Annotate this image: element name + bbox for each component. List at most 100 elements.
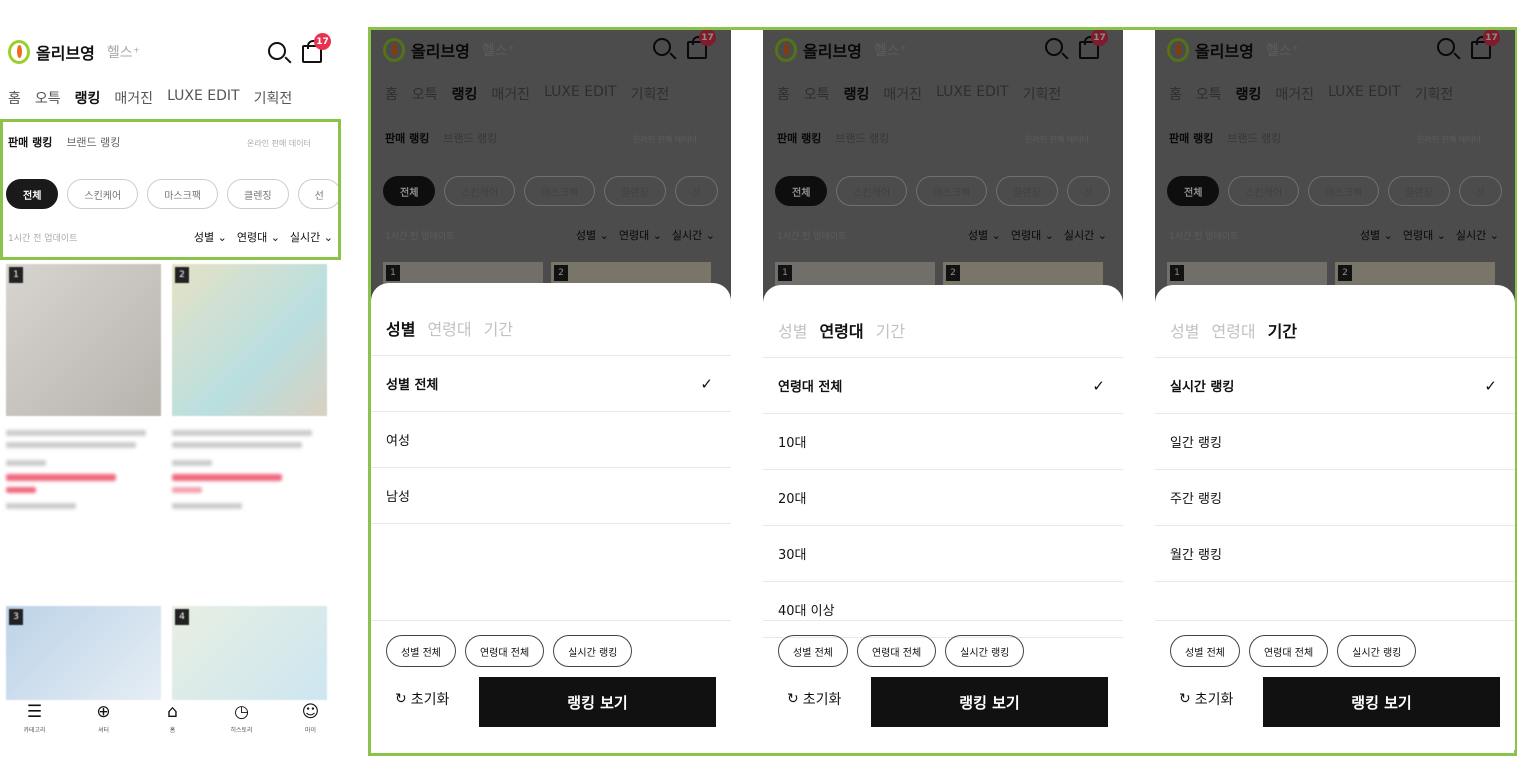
filter-sheet-screen: 올리브영 헬스⁺ 17 홈 오특 랭킹 매거진 LUXE EDIT 기획전 판매… bbox=[1155, 30, 1515, 750]
view-ranking-button[interactable]: 랭킹 보기 bbox=[479, 677, 716, 727]
bottom-sheet: 성별 연령대 기간 실시간 랭킹 ✓ 일간 랭킹 주간 랭킹 월간 랭킹 성별 전체… bbox=[1155, 285, 1515, 750]
rank-badge: 4 bbox=[175, 609, 189, 625]
check-icon: ✓ bbox=[700, 374, 713, 393]
bottom-sheet: 성별 연령대 기간 연령대 전체 ✓ 10대 20대 30대 40대 이상 성별 전… bbox=[763, 285, 1123, 750]
divider bbox=[1155, 620, 1515, 621]
sheet-tabs: 성별 연령대 기간 bbox=[778, 318, 905, 342]
option-label: 30대 bbox=[778, 548, 807, 563]
tab-exhibition[interactable]: 기획전 bbox=[254, 88, 293, 108]
health-plus-link[interactable]: 헬스⁺ bbox=[107, 42, 140, 62]
check-icon: ✓ bbox=[1484, 376, 1497, 395]
reset-button[interactable]: ↻ 초기화 bbox=[1179, 689, 1233, 709]
nav-category[interactable]: ☰ 카테고리 bbox=[10, 702, 60, 752]
option-item[interactable]: 30대 bbox=[763, 525, 1123, 581]
divider bbox=[371, 523, 731, 524]
refresh-icon: ↻ bbox=[1179, 691, 1191, 707]
sheet-tab-period[interactable]: 기간 bbox=[876, 318, 905, 342]
product-card[interactable]: 2 bbox=[172, 264, 327, 509]
sheet-tabs: 성별 연령대 기간 bbox=[386, 316, 513, 340]
tab-luxe-edit[interactable]: LUXE EDIT bbox=[167, 88, 240, 108]
highlight-box bbox=[0, 119, 341, 260]
product-card[interactable]: 3 bbox=[6, 606, 161, 700]
refresh-icon: ↻ bbox=[395, 691, 407, 707]
product-image[interactable]: 3 bbox=[6, 606, 161, 700]
option-label: 40대 이상 bbox=[778, 604, 835, 619]
nav-shutter[interactable]: ⊕ 셔터 bbox=[79, 702, 129, 752]
nav-history[interactable]: ◷ 히스토리 bbox=[217, 702, 267, 752]
reset-button[interactable]: ↻ 초기화 bbox=[787, 689, 841, 709]
option-item[interactable]: 여성 bbox=[371, 411, 731, 467]
brand-logo[interactable]: 올리브영 헬스⁺ bbox=[8, 40, 140, 64]
nav-home[interactable]: ⌂ 홈 bbox=[148, 702, 198, 752]
sheet-tabs: 성별 연령대 기간 bbox=[1170, 318, 1297, 342]
tab-special[interactable]: 오특 bbox=[35, 88, 61, 108]
option-item[interactable]: 20대 bbox=[763, 469, 1123, 525]
option-label: 성별 전체 bbox=[386, 378, 439, 393]
option-label: 20대 bbox=[778, 492, 807, 507]
option-item[interactable]: 실시간 랭킹 ✓ bbox=[1155, 357, 1515, 413]
option-label: 월간 랭킹 bbox=[1170, 548, 1222, 563]
option-item[interactable]: 성별 전체 ✓ bbox=[371, 355, 731, 411]
summary-pill[interactable]: 실시간 랭킹 bbox=[553, 635, 633, 667]
rank-badge: 1 bbox=[9, 267, 23, 283]
cart-count-badge: 17 bbox=[314, 33, 331, 50]
olive-logo-icon bbox=[8, 40, 30, 64]
option-item[interactable]: 연령대 전체 ✓ bbox=[763, 357, 1123, 413]
cart-icon[interactable]: 17 bbox=[302, 33, 331, 63]
sheet-tab-age[interactable]: 연령대 bbox=[1211, 318, 1255, 342]
sheet-tab-age[interactable]: 연령대 bbox=[819, 318, 863, 342]
rank-badge: 3 bbox=[9, 609, 23, 625]
option-label: 남성 bbox=[386, 490, 410, 505]
reset-button[interactable]: ↻ 초기화 bbox=[395, 689, 449, 709]
nav-my[interactable]: ☺ 마이 bbox=[286, 702, 336, 752]
summary-pill[interactable]: 실시간 랭킹 bbox=[945, 635, 1025, 667]
divider bbox=[763, 620, 1123, 621]
product-image[interactable]: 4 bbox=[172, 606, 327, 700]
check-icon: ✓ bbox=[1092, 376, 1105, 395]
product-card[interactable]: 4 bbox=[172, 606, 327, 700]
view-ranking-button[interactable]: 랭킹 보기 bbox=[1263, 677, 1500, 727]
option-item[interactable]: 40대 이상 bbox=[763, 581, 1123, 637]
bottom-sheet: 성별 연령대 기간 성별 전체 ✓ 여성 남성 성별 전체 연령대 전체 실시간 랭킹 … bbox=[371, 283, 731, 750]
sheet-tab-period[interactable]: 기간 bbox=[1268, 318, 1297, 342]
option-item[interactable]: 10대 bbox=[763, 413, 1123, 469]
view-ranking-button[interactable]: 랭킹 보기 bbox=[871, 677, 1108, 727]
tab-ranking[interactable]: 랭킹 bbox=[75, 88, 101, 108]
filter-sheet-screen: 올리브영 헬스⁺ 17 홈 오특 랭킹 매거진 LUXE EDIT 기획전 판매… bbox=[763, 30, 1123, 750]
filter-sheet-screen: 올리브영 헬스⁺ 17 홈 오특 랭킹 매거진 LUXE EDIT 기획전 판매… bbox=[371, 30, 731, 750]
sheet-tab-age[interactable]: 연령대 bbox=[427, 316, 471, 340]
option-label: 일간 랭킹 bbox=[1170, 436, 1222, 451]
sheet-tab-gender[interactable]: 성별 bbox=[1170, 318, 1199, 342]
product-info-blurred bbox=[6, 430, 161, 509]
sheet-tab-period[interactable]: 기간 bbox=[484, 316, 513, 340]
tab-home[interactable]: 홈 bbox=[8, 88, 21, 108]
divider bbox=[1155, 581, 1515, 582]
brand-name: 올리브영 bbox=[36, 44, 95, 63]
summary-pill[interactable]: 연령대 전체 bbox=[464, 635, 545, 667]
product-info-blurred bbox=[172, 430, 327, 509]
product-card[interactable]: 1 bbox=[6, 264, 161, 509]
summary-pill[interactable]: 실시간 랭킹 bbox=[1337, 635, 1417, 667]
option-label: 실시간 랭킹 bbox=[1170, 380, 1235, 395]
summary-pill[interactable]: 연령대 전체 bbox=[1248, 635, 1329, 667]
summary-pill[interactable]: 성별 전체 bbox=[778, 635, 848, 667]
shutter-icon: ⊕ bbox=[96, 702, 111, 722]
product-image[interactable]: 1 bbox=[6, 264, 161, 416]
sheet-tab-gender[interactable]: 성별 bbox=[386, 316, 415, 340]
summary-pill[interactable]: 성별 전체 bbox=[386, 635, 456, 667]
menu-icon: ☰ bbox=[26, 702, 43, 722]
summary-pill[interactable]: 연령대 전체 bbox=[856, 635, 937, 667]
option-item[interactable]: 주간 랭킹 bbox=[1155, 469, 1515, 525]
option-item[interactable]: 월간 랭킹 bbox=[1155, 525, 1515, 581]
option-item[interactable]: 일간 랭킹 bbox=[1155, 413, 1515, 469]
app-header: 올리브영 헬스⁺ 17 홈 오특 랭킹 매거진 LUXE EDIT 기획전 bbox=[0, 0, 345, 110]
sheet-tab-gender[interactable]: 성별 bbox=[778, 318, 807, 342]
product-image[interactable]: 2 bbox=[172, 264, 327, 416]
option-item[interactable]: 남성 bbox=[371, 467, 731, 523]
search-icon[interactable] bbox=[268, 42, 286, 60]
selected-summary: 성별 전체 연령대 전체 실시간 랭킹 bbox=[778, 635, 1025, 667]
summary-pill[interactable]: 성별 전체 bbox=[1170, 635, 1240, 667]
tab-magazine[interactable]: 매거진 bbox=[114, 88, 153, 108]
refresh-icon: ↻ bbox=[787, 691, 799, 707]
reset-label: 초기화 bbox=[802, 692, 842, 708]
